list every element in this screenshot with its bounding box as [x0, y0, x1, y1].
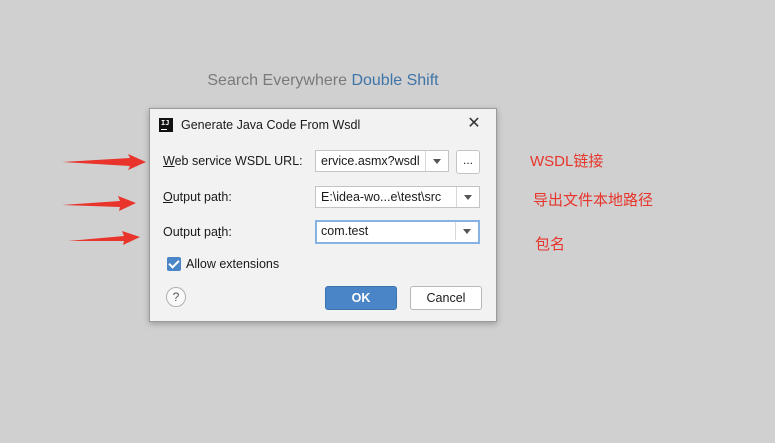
- annotation-arrow-output-path: [62, 196, 136, 211]
- annotation-package-name: 包名: [535, 236, 566, 253]
- chevron-down-icon[interactable]: [456, 187, 479, 207]
- hint-text: Search Everywhere: [207, 72, 347, 89]
- ok-button[interactable]: OK: [325, 286, 397, 310]
- output-path-label-text: utput path:: [172, 190, 232, 204]
- wsdl-url-label: Web service WSDL URL:: [163, 154, 303, 168]
- annotation-wsdl-link: WSDL链接: [530, 153, 604, 170]
- hint-shortcut: Double Shift: [351, 72, 439, 89]
- cancel-button[interactable]: Cancel: [410, 286, 482, 310]
- chevron-down-icon[interactable]: [455, 222, 478, 240]
- close-icon[interactable]: ✕: [466, 116, 482, 132]
- allow-extensions-checkbox[interactable]: [167, 257, 181, 271]
- wsdl-url-label-mnemonic: W: [163, 154, 175, 168]
- package-label-text: h:: [221, 225, 232, 239]
- dialog-titlebar: IJ Generate Java Code From Wsdl ✕: [150, 109, 496, 141]
- output-path-label-mnemonic: O: [163, 190, 173, 204]
- dialog-title: Generate Java Code From Wsdl: [181, 118, 361, 132]
- browse-button[interactable]: ...: [456, 150, 480, 174]
- output-path-value[interactable]: E:\idea-wo...e\test\src: [321, 190, 453, 204]
- package-combobox[interactable]: com.test: [315, 220, 480, 244]
- package-value[interactable]: com.test: [321, 224, 452, 238]
- wsdl-url-value[interactable]: ervice.asmx?wsdl: [321, 154, 422, 168]
- help-button[interactable]: ?: [166, 287, 186, 307]
- wsdl-url-label-text: eb service WSDL URL:: [174, 154, 303, 168]
- package-label: Output path:: [163, 225, 232, 239]
- chevron-down-icon[interactable]: [425, 151, 448, 171]
- generate-java-code-dialog: IJ Generate Java Code From Wsdl ✕ Web se…: [149, 108, 497, 322]
- intellij-app-icon: IJ: [159, 118, 173, 132]
- wsdl-url-combobox[interactable]: ervice.asmx?wsdl: [315, 150, 449, 172]
- annotation-arrow-package: [68, 231, 140, 245]
- allow-extensions-label[interactable]: Allow extensions: [186, 257, 279, 271]
- output-path-label: Output path:: [163, 190, 232, 204]
- package-label-prefix: Output pa: [163, 225, 218, 239]
- search-everywhere-hint: Search Everywhere Double Shift: [0, 72, 646, 90]
- output-path-combobox[interactable]: E:\idea-wo...e\test\src: [315, 186, 480, 208]
- annotation-arrow-wsdl: [62, 154, 146, 170]
- annotation-output-path: 导出文件本地路径: [533, 192, 654, 209]
